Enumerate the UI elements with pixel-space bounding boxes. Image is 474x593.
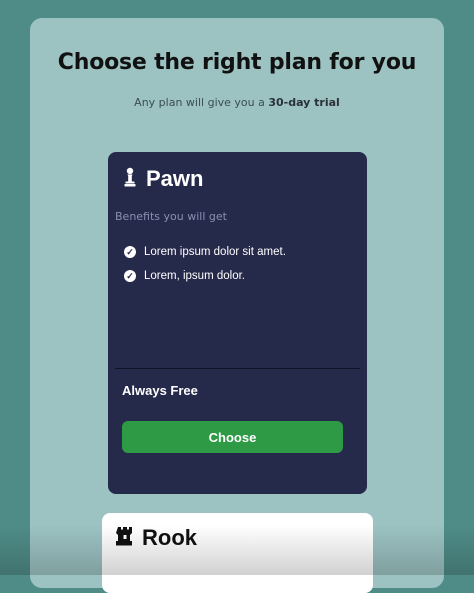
price-label: Always Free (122, 383, 198, 398)
page-title: Choose the right plan for you (57, 50, 417, 75)
benefit-text: Lorem ipsum dolor sit amet. (144, 246, 286, 258)
plan-name: Rook (142, 525, 197, 550)
page-subtitle: Any plan will give you a 30-day trial (0, 96, 474, 109)
plan-name: Pawn (146, 166, 204, 191)
plan-card-rook: Rook (102, 513, 373, 593)
plan-header: Rook (116, 525, 197, 551)
list-item: ✓ Lorem ipsum dolor sit amet. (124, 240, 286, 264)
benefit-text: Lorem, ipsum dolor. (144, 270, 245, 282)
list-item: ✓ Lorem, ipsum dolor. (124, 264, 286, 288)
check-circle-icon: ✓ (124, 246, 136, 258)
trial-duration: 30-day trial (268, 96, 340, 109)
benefits-list: ✓ Lorem ipsum dolor sit amet. ✓ Lorem, i… (124, 240, 286, 288)
subtitle-text: Any plan will give you a (134, 96, 269, 109)
divider (115, 368, 360, 369)
benefits-label: Benefits you will get (115, 210, 227, 223)
choose-button[interactable]: Choose (122, 421, 343, 453)
check-circle-icon: ✓ (124, 270, 136, 282)
plan-card-pawn: Pawn Benefits you will get ✓ Lorem ipsum… (108, 152, 367, 494)
chess-rook-icon (116, 526, 134, 550)
plan-header: Pawn (122, 166, 203, 192)
chess-pawn-icon (122, 167, 138, 191)
